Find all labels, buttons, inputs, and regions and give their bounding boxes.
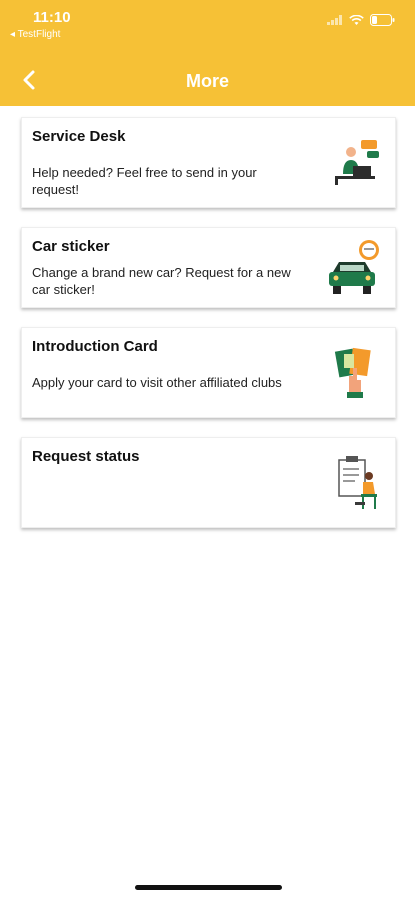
card-title: Introduction Card [32,338,158,355]
wifi-icon [349,14,364,25]
app-header: 11:10 ◂ TestFlight More [0,0,415,106]
request-status-card[interactable]: Request status [21,437,396,528]
battery-icon [370,14,395,26]
service-desk-card[interactable]: Service Desk Help needed? Feel free to s… [21,117,396,208]
page-title: More [185,71,229,91]
status-time: 11:10 [33,9,71,26]
status-back-app-link[interactable]: ◂ TestFlight [10,29,60,40]
home-indicator[interactable] [135,885,282,890]
card-title: Car sticker [32,238,110,255]
card-title: Request status [32,448,140,465]
introduction-card-illustration-icon [334,347,371,398]
card-description: Help needed? Feel free to send in your r… [32,165,257,197]
card-description: Change a brand new car? Request for a ne… [32,265,291,297]
request-status-illustration-icon [338,456,377,509]
service-desk-illustration-icon [335,140,379,185]
status-icons [327,14,395,26]
card-title: Service Desk [32,128,126,145]
introduction-card-card[interactable]: Introduction Card Apply your card to vis… [21,327,396,418]
signal-icon [327,15,342,25]
car-sticker-illustration-icon [329,240,379,294]
car-sticker-card[interactable]: Car sticker Change a brand new car? Requ… [21,227,396,308]
card-description: Apply your card to visit other affiliate… [32,375,282,390]
